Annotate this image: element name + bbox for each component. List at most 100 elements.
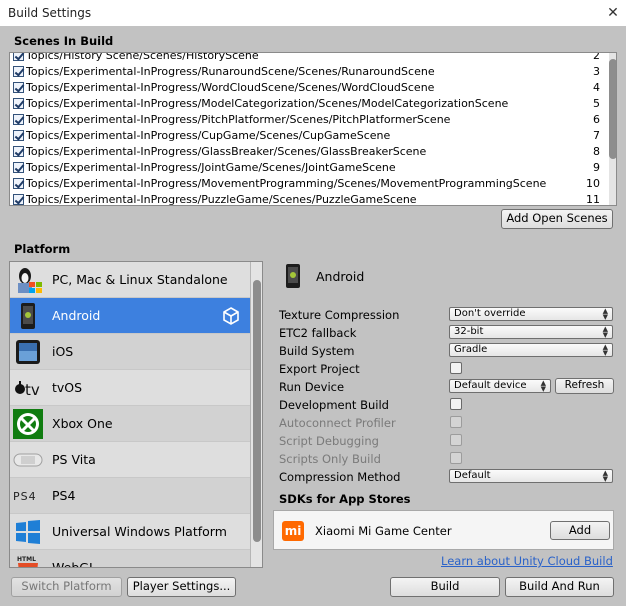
platform-item-ps4[interactable]: PS4 PS4 <box>10 478 250 514</box>
texture-compression-dropdown[interactable]: Don't override ▲ ▼ <box>449 307 613 321</box>
dropdown-value: Default device <box>454 380 527 391</box>
scene-index: 6 <box>593 113 600 126</box>
scene-row[interactable]: Topics/Experimental-InProgress/Runaround… <box>10 64 600 80</box>
scene-path: Topics/Experimental-InProgress/MovementP… <box>26 177 547 190</box>
pc-mac-linux-icon <box>18 268 42 293</box>
scene-checkbox[interactable] <box>13 130 24 141</box>
scenes-scrollbar[interactable] <box>609 53 616 205</box>
platform-item-ps-vita[interactable]: PS Vita <box>10 442 250 478</box>
scene-row[interactable]: Topics/Experimental-InProgress/ModelCate… <box>10 96 600 112</box>
scripts-only-build-checkbox <box>450 452 462 464</box>
sdk-item-label: Xiaomi Mi Game Center <box>315 524 452 538</box>
platform-list[interactable]: PC, Mac & Linux Standalone Android iOS t <box>9 261 263 568</box>
scripts-only-build-label: Scripts Only Build <box>279 452 381 466</box>
compression-method-dropdown[interactable]: Default ▲ ▼ <box>449 469 613 483</box>
scene-index: 5 <box>593 97 600 110</box>
platform-item-uwp[interactable]: Universal Windows Platform <box>10 514 250 550</box>
texture-compression-label: Texture Compression <box>279 308 400 322</box>
scene-checkbox[interactable] <box>13 98 24 109</box>
platform-item-standalone[interactable]: PC, Mac & Linux Standalone <box>10 262 250 298</box>
scene-checkbox[interactable] <box>13 178 24 189</box>
scene-checkbox[interactable] <box>13 53 24 61</box>
close-icon[interactable]: ✕ <box>604 4 622 22</box>
xiaomi-logo-icon: mi <box>282 521 304 541</box>
window-title: Build Settings <box>8 6 92 20</box>
platform-item-webgl[interactable]: HTML WebGL <box>10 550 250 568</box>
platform-label: Universal Windows Platform <box>52 524 227 539</box>
scene-row[interactable]: Topics/Experimental-InProgress/PuzzleGam… <box>10 192 600 206</box>
platform-item-android[interactable]: Android <box>10 298 250 334</box>
dropdown-value: Default <box>454 470 491 481</box>
development-build-checkbox[interactable] <box>450 398 462 410</box>
platform-label: PC, Mac & Linux Standalone <box>52 272 228 287</box>
scene-row[interactable]: Topics/Experimental-InProgress/CupGame/S… <box>10 128 600 144</box>
scene-checkbox[interactable] <box>13 194 24 205</box>
platform-item-tvos[interactable]: tv tvOS <box>10 370 250 406</box>
platform-label: WebGL <box>52 560 96 568</box>
dropdown-value: Gradle <box>454 344 488 355</box>
ps-vita-icon <box>13 453 43 467</box>
scene-path: Topics/Experimental-InProgress/PitchPlat… <box>26 113 451 126</box>
scene-checkbox[interactable] <box>13 146 24 157</box>
autoconnect-profiler-label: Autoconnect Profiler <box>279 416 396 430</box>
dropdown-arrows-icon: ▲ ▼ <box>602 325 608 339</box>
ios-icon <box>16 340 40 364</box>
scene-path: Topics/Experimental-InProgress/GlassBrea… <box>26 145 427 158</box>
platform-label: PS4 <box>52 488 76 503</box>
cloud-build-link[interactable]: Learn about Unity Cloud Build <box>441 554 613 568</box>
scene-row[interactable]: Topics/Experimental-InProgress/JointGame… <box>10 160 600 176</box>
scene-row[interactable]: Topics/History Scene/Scenes/HistoryScene… <box>10 52 600 64</box>
platform-list-scrollbar-thumb[interactable] <box>253 280 261 542</box>
scene-index: 8 <box>593 145 600 158</box>
scene-path: Topics/History Scene/Scenes/HistoryScene <box>26 52 259 62</box>
platform-list-scrollbar[interactable] <box>250 262 262 567</box>
add-open-scenes-button[interactable]: Add Open Scenes <box>501 209 613 229</box>
refresh-button[interactable]: Refresh <box>555 378 614 394</box>
android-icon <box>286 264 300 288</box>
dropdown-arrows-icon: ▲ ▼ <box>602 343 608 357</box>
scene-path: Topics/Experimental-InProgress/Runaround… <box>26 65 435 78</box>
platform-header: Platform <box>14 242 71 256</box>
scene-index: 11 <box>586 193 600 206</box>
etc2-fallback-dropdown[interactable]: 32-bit ▲ ▼ <box>449 325 613 339</box>
scene-checkbox[interactable] <box>13 114 24 125</box>
platform-item-ios[interactable]: iOS <box>10 334 250 370</box>
platform-item-xbox[interactable]: Xbox One <box>10 406 250 442</box>
xbox-icon <box>13 409 43 439</box>
scene-checkbox[interactable] <box>13 162 24 173</box>
run-device-label: Run Device <box>279 380 345 394</box>
compression-method-label: Compression Method <box>279 470 401 484</box>
build-system-dropdown[interactable]: Gradle ▲ ▼ <box>449 343 613 357</box>
run-device-dropdown[interactable]: Default device ▲ ▼ <box>449 379 551 393</box>
platform-label: iOS <box>52 344 74 359</box>
scene-path: Topics/Experimental-InProgress/JointGame… <box>26 161 396 174</box>
scene-checkbox[interactable] <box>13 82 24 93</box>
unity-logo-icon <box>223 307 239 325</box>
export-project-label: Export Project <box>279 362 360 376</box>
build-button[interactable]: Build <box>390 577 500 597</box>
html5-icon-text: HTML <box>17 556 36 563</box>
sdk-add-button[interactable]: Add <box>550 521 610 540</box>
player-settings-button[interactable]: Player Settings... <box>127 577 236 597</box>
build-and-run-button[interactable]: Build And Run <box>505 577 614 597</box>
scene-row[interactable]: Topics/Experimental-InProgress/WordCloud… <box>10 80 600 96</box>
html5-icon: HTML <box>17 556 38 567</box>
sdk-item-xiaomi: mi Xiaomi Mi Game Center Add <box>273 510 614 550</box>
scene-index: 9 <box>593 161 600 174</box>
tvos-icon: tv <box>15 381 40 399</box>
script-debugging-checkbox <box>450 434 462 446</box>
export-project-checkbox[interactable] <box>450 362 462 374</box>
dropdown-arrows-icon: ▲ ▼ <box>540 379 546 393</box>
dropdown-value: Don't override <box>454 308 526 319</box>
scene-row[interactable]: Topics/Experimental-InProgress/MovementP… <box>10 176 600 192</box>
scene-index: 7 <box>593 129 600 142</box>
ps4-icon: PS4 <box>13 490 36 503</box>
scenes-list[interactable]: Topics/History Scene/Scenes/HistoryScene… <box>9 52 617 206</box>
scene-path: Topics/Experimental-InProgress/CupGame/S… <box>26 129 391 142</box>
scene-checkbox[interactable] <box>13 66 24 77</box>
scenes-scrollbar-thumb[interactable] <box>609 59 616 159</box>
build-system-label: Build System <box>279 344 355 358</box>
scene-row[interactable]: Topics/Experimental-InProgress/GlassBrea… <box>10 144 600 160</box>
scene-row[interactable]: Topics/Experimental-InProgress/PitchPlat… <box>10 112 600 128</box>
switch-platform-button[interactable]: Switch Platform <box>11 577 122 597</box>
